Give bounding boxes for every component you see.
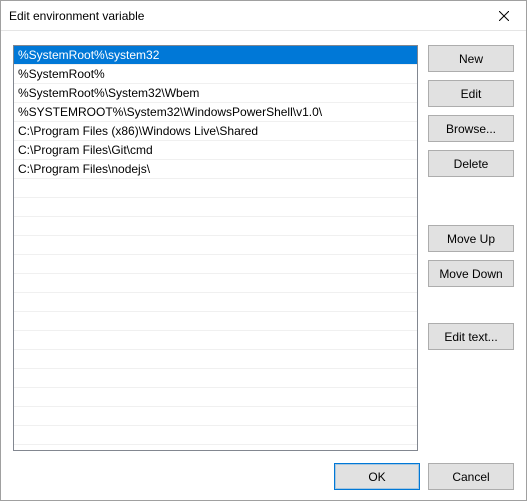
list-row[interactable]	[14, 293, 417, 312]
list-row[interactable]: %SystemRoot%\System32\Wbem	[14, 84, 417, 103]
list-row[interactable]	[14, 369, 417, 388]
titlebar: Edit environment variable	[1, 1, 526, 31]
move-down-button[interactable]: Move Down	[428, 260, 514, 287]
window-title: Edit environment variable	[9, 9, 144, 23]
cancel-button[interactable]: Cancel	[428, 463, 514, 490]
close-icon	[499, 11, 509, 21]
close-button[interactable]	[481, 1, 526, 30]
list-row[interactable]: %SystemRoot%\system32	[14, 46, 417, 65]
list-row[interactable]: C:\Program Files\nodejs\	[14, 160, 417, 179]
list-row[interactable]: C:\Program Files (x86)\Windows Live\Shar…	[14, 122, 417, 141]
dialog-footer: OK Cancel	[13, 451, 514, 490]
list-row[interactable]	[14, 198, 417, 217]
list-row[interactable]	[14, 236, 417, 255]
move-up-button[interactable]: Move Up	[428, 225, 514, 252]
list-row[interactable]	[14, 255, 417, 274]
browse-button[interactable]: Browse...	[428, 115, 514, 142]
list-row[interactable]	[14, 407, 417, 426]
list-row[interactable]	[14, 331, 417, 350]
delete-button[interactable]: Delete	[428, 150, 514, 177]
list-row[interactable]	[14, 179, 417, 198]
list-row[interactable]	[14, 274, 417, 293]
list-row[interactable]: %SYSTEMROOT%\System32\WindowsPowerShell\…	[14, 103, 417, 122]
list-row[interactable]	[14, 350, 417, 369]
edit-text-button[interactable]: Edit text...	[428, 323, 514, 350]
dialog-window: Edit environment variable %SystemRoot%\s…	[0, 0, 527, 501]
list-row[interactable]	[14, 312, 417, 331]
new-button[interactable]: New	[428, 45, 514, 72]
list-row[interactable]: %SystemRoot%	[14, 65, 417, 84]
button-column: New Edit Browse... Delete Move Up Move D…	[428, 45, 514, 451]
list-row[interactable]: C:\Program Files\Git\cmd	[14, 141, 417, 160]
dialog-content: %SystemRoot%\system32%SystemRoot%%System…	[1, 31, 526, 500]
list-row[interactable]	[14, 217, 417, 236]
ok-button[interactable]: OK	[334, 463, 420, 490]
edit-button[interactable]: Edit	[428, 80, 514, 107]
list-row[interactable]	[14, 426, 417, 445]
main-area: %SystemRoot%\system32%SystemRoot%%System…	[13, 45, 514, 451]
path-listbox[interactable]: %SystemRoot%\system32%SystemRoot%%System…	[13, 45, 418, 451]
list-row[interactable]	[14, 388, 417, 407]
